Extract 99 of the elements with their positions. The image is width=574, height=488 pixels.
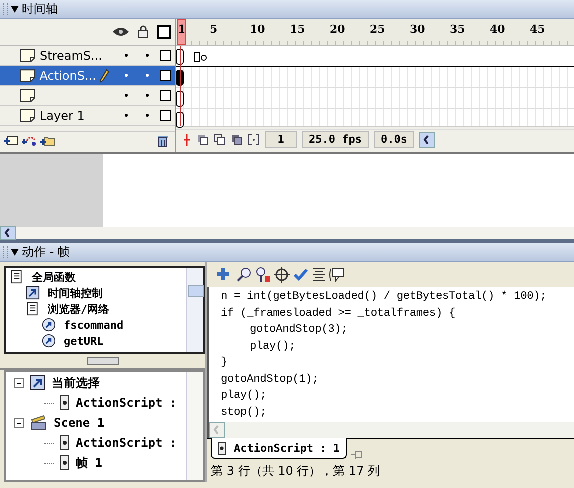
navigator-item[interactable]: ActionScript : bbox=[76, 436, 178, 450]
frame-number: 45 bbox=[530, 23, 546, 36]
navigator-item[interactable]: 当前选择 bbox=[52, 374, 100, 392]
pencil-icon bbox=[100, 68, 110, 82]
clapperboard-icon bbox=[30, 415, 48, 431]
layer-name: StreamS... bbox=[40, 48, 102, 62]
script-tab[interactable]: ActionScript : 1 bbox=[211, 438, 347, 460]
onion-skin-icon[interactable] bbox=[197, 134, 209, 146]
visibility-dot[interactable] bbox=[125, 114, 128, 117]
scroll-left-button[interactable] bbox=[419, 132, 436, 148]
code-line: stop(); bbox=[221, 406, 268, 421]
scroll-left-button[interactable] bbox=[0, 226, 16, 240]
outline-square[interactable] bbox=[160, 50, 171, 61]
elapsed-time-field: 0.0s bbox=[374, 131, 414, 148]
lock-dot[interactable] bbox=[146, 94, 149, 97]
frame-number: 5 bbox=[210, 23, 218, 36]
visibility-dot[interactable] bbox=[125, 74, 128, 77]
bracket-icon[interactable] bbox=[248, 134, 260, 146]
add-guide-layer-icon[interactable] bbox=[21, 135, 37, 147]
code-line: play(); bbox=[249, 340, 297, 355]
lock-dot[interactable] bbox=[146, 74, 150, 77]
add-folder-icon[interactable] bbox=[39, 135, 56, 147]
format-icon[interactable] bbox=[312, 266, 326, 283]
code-line: n = int(getBytesLoaded() / getBytesTotal() * 100); bbox=[221, 290, 548, 306]
replace-icon[interactable] bbox=[255, 266, 271, 283]
frame-number: 10 bbox=[250, 23, 266, 36]
outline-square[interactable] bbox=[160, 90, 171, 101]
frame-number: 1 bbox=[178, 23, 186, 36]
frame-icon bbox=[60, 395, 70, 411]
toolbox-item[interactable]: 全局函数 bbox=[32, 270, 76, 284]
code-line: } bbox=[221, 356, 229, 372]
frame-icon bbox=[60, 435, 70, 451]
navigator-item[interactable]: Scene 1 bbox=[54, 416, 105, 430]
layer-row[interactable]: Layer 1 bbox=[0, 106, 175, 126]
pin-icon[interactable] bbox=[350, 449, 364, 461]
navigator-item[interactable]: ActionScript : bbox=[76, 396, 178, 410]
frame-number: 20 bbox=[330, 23, 346, 36]
layer-name: ActionS... bbox=[40, 68, 96, 82]
search-icon[interactable] bbox=[236, 266, 252, 283]
layer-icon bbox=[20, 68, 36, 82]
code-line: play(); bbox=[221, 388, 268, 404]
vertical-scrollbar[interactable] bbox=[186, 372, 203, 480]
toolbox-item[interactable]: 时间轴控制 bbox=[48, 286, 103, 300]
frame-number: 15 bbox=[290, 23, 306, 36]
center-frame-icon[interactable] bbox=[182, 134, 192, 146]
vertical-scrollbar[interactable] bbox=[186, 268, 203, 352]
panel-title-bar[interactable]: 动作 - 帧 bbox=[0, 243, 574, 262]
frame-number: 30 bbox=[410, 23, 426, 36]
frame-ruler[interactable]: 1 5 10 15 20 25 30 35 40 45 bbox=[176, 19, 574, 46]
crosshair-icon[interactable] bbox=[274, 266, 290, 283]
layer-name: Layer 1 bbox=[40, 108, 85, 122]
frame-icon bbox=[60, 455, 70, 471]
frame-rate-field: 25.0 fps bbox=[302, 131, 369, 148]
lock-dot[interactable] bbox=[146, 114, 149, 117]
toolbox-item[interactable]: getURL bbox=[64, 334, 104, 348]
outline-square[interactable] bbox=[160, 70, 172, 81]
panel-title-bar[interactable]: 时间轴 bbox=[0, 0, 574, 19]
blank-keyframe[interactable] bbox=[201, 55, 207, 61]
book-icon bbox=[10, 270, 24, 284]
code-line: gotoAndStop(3); bbox=[249, 322, 349, 338]
add-layer-icon[interactable] bbox=[3, 135, 19, 147]
code-hint-icon[interactable] bbox=[329, 266, 345, 283]
frame-span-end[interactable] bbox=[194, 52, 200, 62]
outline-icon[interactable] bbox=[157, 25, 171, 39]
frame-icon bbox=[218, 442, 226, 455]
lock-dot[interactable] bbox=[146, 54, 149, 57]
trash-icon[interactable] bbox=[157, 134, 169, 148]
onion-outline-icon[interactable] bbox=[214, 134, 226, 146]
horizontal-scrollbar[interactable] bbox=[0, 227, 574, 243]
collapse-triangle-icon[interactable] bbox=[11, 248, 19, 256]
toolbox-item[interactable]: 浏览器/网络 bbox=[48, 302, 110, 316]
panel-title: 动作 - 帧 bbox=[22, 244, 70, 260]
status-text: 第 3 行（共 10 行），第 17 列 bbox=[211, 464, 380, 478]
code-line: if (_framesloaded >= _totalframes) { bbox=[221, 306, 456, 322]
navigator-item[interactable]: 帧 1 bbox=[76, 454, 102, 472]
visibility-dot[interactable] bbox=[125, 54, 128, 57]
collapse-handle[interactable] bbox=[86, 357, 118, 365]
code-editor[interactable]: n = int(getBytesLoaded() / getBytesTotal() * 100); if (_framesloaded >= _totalframes) { gotoAndStop(3); play(); } gotoAndStop(1); play(); stop(); bbox=[207, 287, 574, 422]
eye-icon[interactable] bbox=[112, 26, 130, 38]
collapse-icon[interactable] bbox=[14, 418, 24, 428]
collapse-triangle-icon[interactable] bbox=[11, 6, 19, 12]
edit-multiple-frames-icon[interactable] bbox=[231, 134, 243, 146]
layer-icon bbox=[20, 88, 36, 102]
layer-row[interactable]: ActionS... bbox=[0, 66, 175, 86]
frame-number: 35 bbox=[450, 23, 466, 36]
visibility-dot[interactable] bbox=[125, 94, 128, 97]
layer-icon bbox=[20, 108, 36, 122]
current-frame-field: 1 bbox=[265, 131, 297, 148]
frame-number: 40 bbox=[490, 23, 506, 36]
code-line: gotoAndStop(1); bbox=[221, 372, 320, 388]
book-icon bbox=[26, 302, 40, 316]
outline-square[interactable] bbox=[160, 110, 171, 121]
toolbox-item[interactable]: fscommand bbox=[64, 318, 124, 332]
check-icon[interactable] bbox=[293, 266, 309, 283]
frame-number: 25 bbox=[370, 23, 386, 36]
layer-icon bbox=[20, 48, 36, 62]
lock-icon[interactable] bbox=[138, 25, 149, 39]
panel-title: 时间轴 bbox=[22, 0, 58, 18]
collapse-icon[interactable] bbox=[14, 378, 24, 388]
